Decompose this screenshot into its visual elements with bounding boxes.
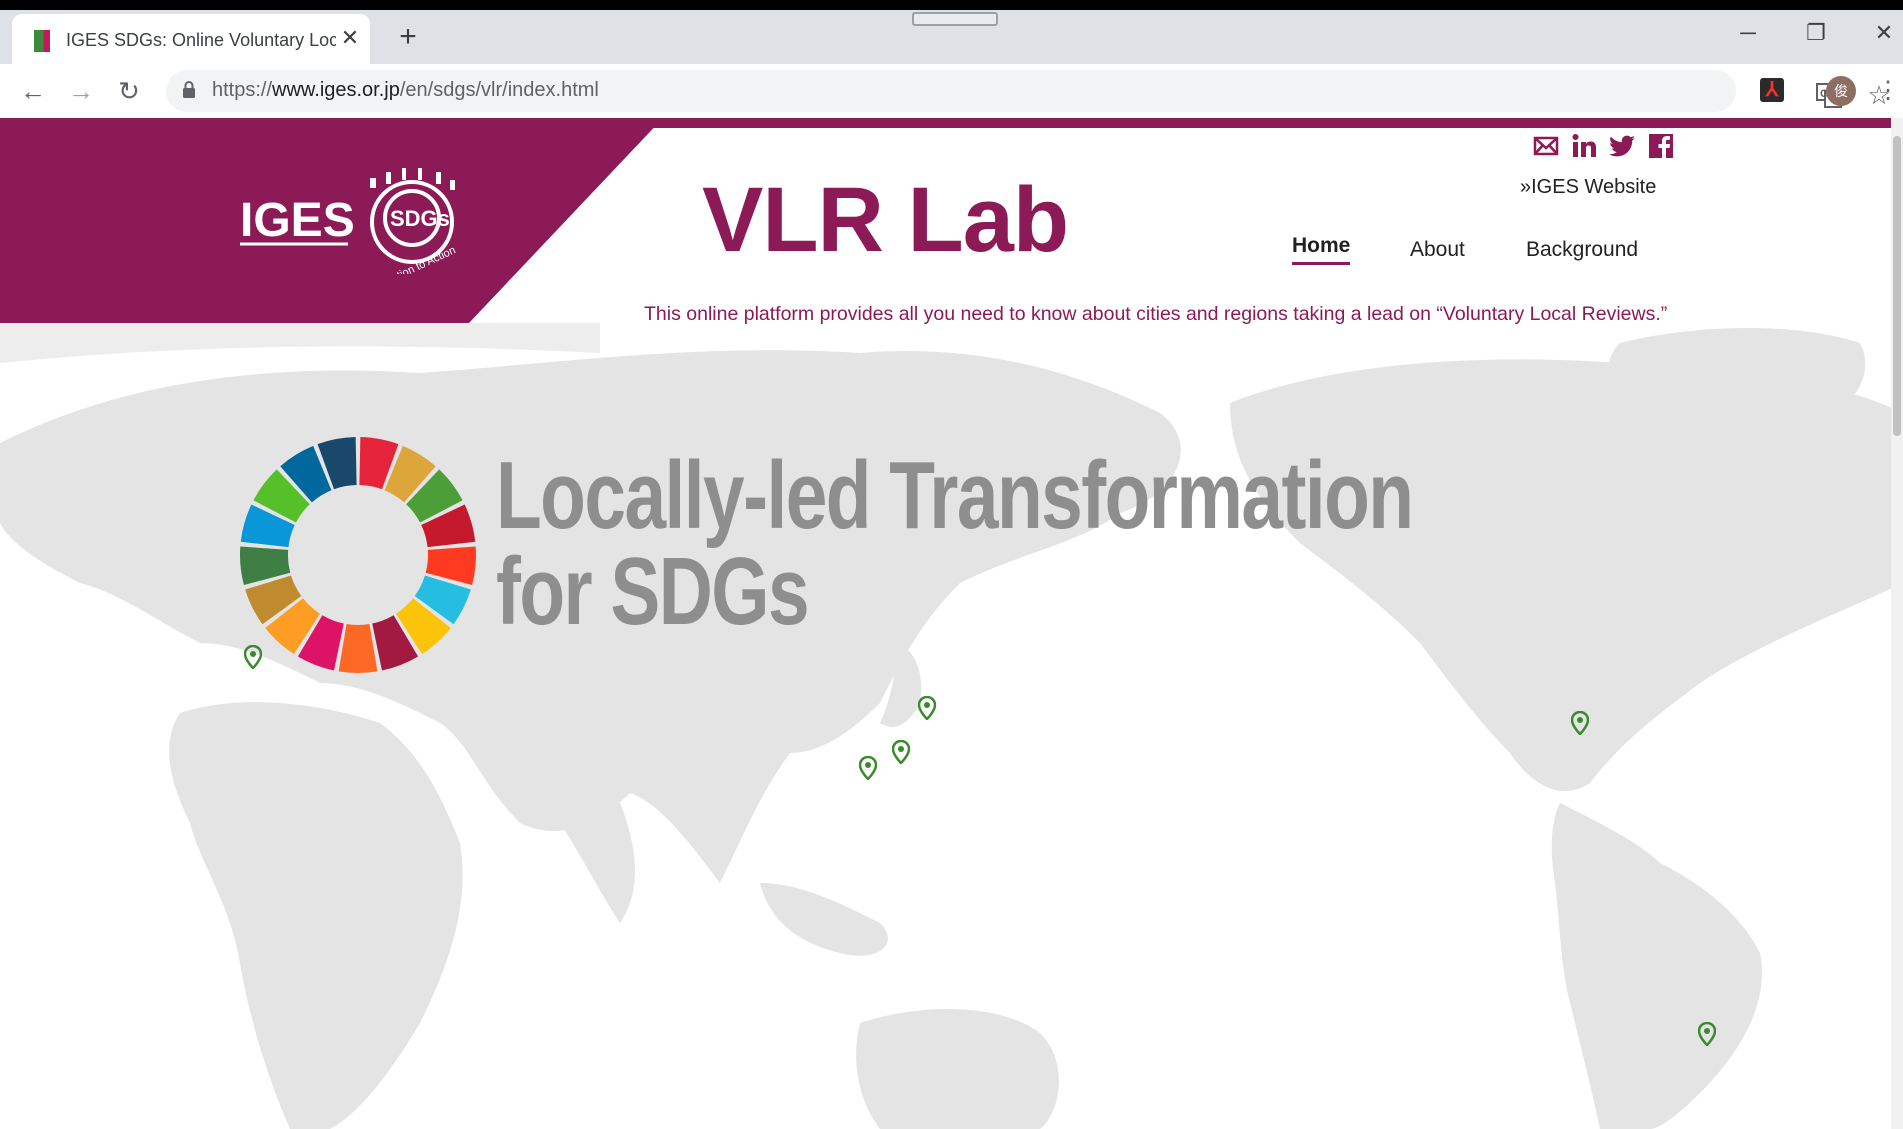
logo-figures-icon bbox=[370, 168, 455, 190]
window-close-button[interactable]: ✕ bbox=[1864, 18, 1903, 48]
tab-strip: IGES SDGs: Online Voluntary Loc ✕ + ─ ❐ … bbox=[0, 10, 1903, 64]
browser-menu-icon[interactable]: ⋮ bbox=[1876, 74, 1900, 108]
browser-toolbar: ← → ↻ https://www.iges.or.jp/en/sdgs/vlr… bbox=[0, 64, 1903, 118]
nav-home[interactable]: Home bbox=[1292, 234, 1351, 265]
restore-button[interactable]: ❐ bbox=[1796, 18, 1836, 48]
logo-sdgs-badge: SDGs bbox=[390, 206, 450, 231]
forward-button[interactable]: → bbox=[64, 74, 98, 108]
tab-title: IGES SDGs: Online Voluntary Loc bbox=[66, 30, 336, 50]
site-title: VLR Lab bbox=[702, 169, 1069, 271]
facebook-icon[interactable] bbox=[1647, 132, 1675, 160]
tab-close-icon[interactable]: ✕ bbox=[336, 24, 364, 52]
hero-line-1: Locally-led Transformation bbox=[496, 442, 1414, 549]
sdg-wheel-icon bbox=[240, 437, 476, 673]
hero-headline: Locally-led Transformation for SDGs bbox=[496, 442, 1414, 645]
browser-tab-active[interactable]: IGES SDGs: Online Voluntary Loc ✕ bbox=[12, 14, 370, 64]
minimize-button[interactable]: ─ bbox=[1728, 18, 1768, 48]
acrobat-extension-icon[interactable]: ⅄ bbox=[1760, 78, 1784, 102]
map-pin-icon[interactable] bbox=[859, 756, 877, 780]
sdg-wheel-segment bbox=[338, 624, 378, 673]
address-bar[interactable]: https://www.iges.or.jp/en/sdgs/vlr/index… bbox=[166, 70, 1891, 112]
iges-sdgs-logo[interactable]: IGES SDGs Aspiration to Action bbox=[240, 164, 470, 274]
iges-website-link[interactable]: »IGES Website bbox=[1520, 176, 1656, 199]
map-pin-icon[interactable] bbox=[1698, 1022, 1716, 1046]
url-scheme: https:// bbox=[212, 79, 273, 101]
window-drag-handle[interactable] bbox=[912, 12, 998, 26]
map-pin-icon[interactable] bbox=[1571, 711, 1589, 735]
reload-button[interactable]: ↻ bbox=[112, 74, 146, 108]
twitter-icon[interactable] bbox=[1608, 132, 1637, 160]
back-button[interactable]: ← bbox=[16, 74, 50, 108]
social-links bbox=[1532, 132, 1681, 162]
web-page: IGES SDGs Aspiration to Action VLR Lab »… bbox=[0, 118, 1903, 1129]
map-pin-icon[interactable] bbox=[892, 740, 910, 764]
browser-window: IGES SDGs: Online Voluntary Loc ✕ + ─ ❐ … bbox=[0, 10, 1903, 1129]
url-path: /en/sdgs/vlr/index.html bbox=[399, 79, 599, 101]
nav-about[interactable]: About bbox=[1410, 238, 1465, 262]
lock-icon bbox=[183, 81, 195, 98]
scrollbar-thumb[interactable] bbox=[1893, 136, 1901, 436]
profile-avatar[interactable]: 俊 bbox=[1826, 76, 1856, 106]
favicon-icon bbox=[34, 30, 50, 52]
hero-line-2: for SDGs bbox=[496, 538, 810, 645]
logo-iges-text: IGES bbox=[240, 194, 355, 247]
map-pin-icon[interactable] bbox=[244, 645, 262, 669]
url-host: www.iges.or.jp bbox=[272, 79, 400, 101]
url-text[interactable]: https://www.iges.or.jp/en/sdgs/vlr/index… bbox=[212, 79, 599, 102]
page-scrollbar[interactable] bbox=[1891, 118, 1903, 1129]
tagline: This online platform provides all you ne… bbox=[644, 303, 1668, 325]
email-icon[interactable] bbox=[1532, 132, 1560, 160]
linkedin-icon[interactable] bbox=[1570, 132, 1598, 160]
new-tab-button[interactable]: + bbox=[392, 22, 424, 54]
nav-background[interactable]: Background bbox=[1526, 238, 1638, 262]
map-pin-icon[interactable] bbox=[918, 696, 936, 720]
